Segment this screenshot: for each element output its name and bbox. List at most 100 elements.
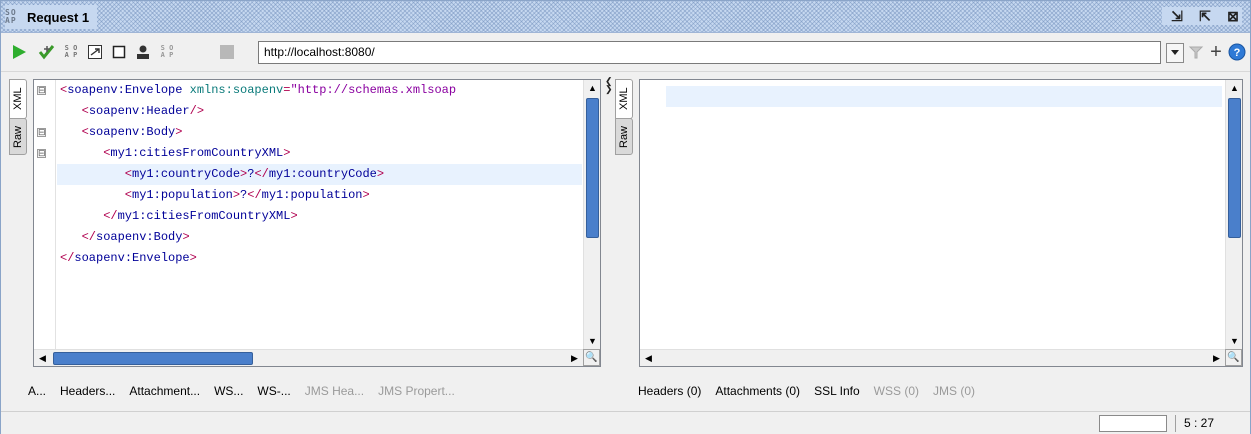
- source-icon[interactable]: [85, 42, 105, 62]
- code-line[interactable]: <soapenv:Envelope xmlns:soapenv="http://…: [57, 80, 582, 101]
- code-token: </: [60, 209, 118, 223]
- scroll-thumb[interactable]: [53, 352, 253, 365]
- help-icon[interactable]: ?: [1227, 42, 1247, 62]
- find-icon[interactable]: 🔍: [583, 349, 600, 366]
- fold-gutter: ⊟ ⊟ ⊟: [34, 80, 56, 350]
- title-bar[interactable]: SO AP Request 1 ⇲ ⇱ ⊠: [1, 1, 1250, 33]
- soap-logo-icon: SO AP: [5, 8, 17, 25]
- user-icon[interactable]: [133, 42, 153, 62]
- code-token: <: [60, 167, 133, 181]
- create-request-icon[interactable]: S O A P: [61, 42, 81, 62]
- add-assertion-icon[interactable]: [37, 42, 57, 62]
- close-icon[interactable]: ⊠: [1224, 7, 1242, 25]
- code-token: xmlns:soapenv: [182, 83, 284, 97]
- bottom-tab[interactable]: WS...: [207, 384, 250, 398]
- code-token: soapenv:Body: [88, 125, 176, 139]
- collapse-arrows-icon[interactable]: ❮ ❯: [605, 77, 613, 94]
- code-line[interactable]: <my1:countryCode>?</my1:countryCode>: [57, 164, 582, 185]
- scroll-up-icon[interactable]: ▲: [584, 80, 600, 97]
- code-token: <: [60, 125, 89, 139]
- find-icon[interactable]: 🔍: [1225, 349, 1242, 366]
- code-line[interactable]: <soapenv:Header/>: [57, 101, 582, 122]
- undock-icon[interactable]: ⇲: [1168, 7, 1186, 25]
- vertical-scrollbar[interactable]: ▲ ▼: [583, 80, 600, 350]
- code-token: </: [254, 167, 269, 181]
- vertical-scrollbar[interactable]: ▲ ▼: [1225, 80, 1242, 350]
- code-line[interactable]: </soapenv:Envelope>: [57, 248, 582, 269]
- stop-square-icon[interactable]: [109, 42, 129, 62]
- bottom-tab[interactable]: SSL Info: [807, 384, 867, 398]
- code-token: >: [283, 146, 291, 160]
- title-left: SO AP Request 1: [5, 5, 98, 29]
- code-token: >: [376, 167, 385, 181]
- tab-response-xml[interactable]: XML: [615, 79, 633, 119]
- bottom-tab[interactable]: WS-...: [250, 384, 297, 398]
- tab-request-raw[interactable]: Raw: [9, 118, 27, 155]
- code-line[interactable]: </my1:citiesFromCountryXML>: [57, 206, 582, 227]
- scroll-up-icon[interactable]: ▲: [1226, 80, 1242, 97]
- code-token: soapenv:Body: [96, 230, 183, 244]
- code-token: my1:citiesFromCountryXML: [110, 146, 284, 160]
- fold-toggle-icon[interactable]: ⊟: [37, 86, 46, 95]
- scroll-thumb[interactable]: [586, 98, 599, 238]
- endpoint-url-field[interactable]: http://localhost:8080/: [258, 41, 1161, 64]
- request-xml-editor[interactable]: ⊟ ⊟ ⊟ <soapenv:Envelope xmlns:soapenv="h…: [33, 79, 601, 367]
- code-line[interactable]: <my1:population>?</my1:population>: [57, 185, 582, 206]
- xml-code-area[interactable]: <soapenv:Envelope xmlns:soapenv="http://…: [57, 80, 582, 350]
- scroll-left-icon[interactable]: ◀: [640, 350, 657, 366]
- maximize-icon[interactable]: ⇱: [1196, 7, 1214, 25]
- window-title: Request 1: [27, 9, 90, 25]
- bottom-tab: JMS Propert...: [378, 384, 455, 398]
- response-view-tabs: XML Raw: [615, 79, 633, 155]
- scroll-down-icon[interactable]: ▼: [1226, 333, 1242, 350]
- scroll-right-icon[interactable]: ▶: [566, 350, 583, 366]
- code-token: my1:population: [261, 188, 363, 202]
- code-token: </: [60, 230, 97, 244]
- code-token: soapenv:Envelope: [74, 251, 190, 265]
- code-token: <: [60, 104, 89, 118]
- tab-request-xml[interactable]: XML: [9, 79, 27, 119]
- fold-toggle-icon[interactable]: ⊟: [37, 149, 46, 158]
- code-token: my1:countryCode: [132, 167, 241, 181]
- code-token: >: [182, 230, 190, 244]
- panel-divider[interactable]: ❮ ❯: [604, 73, 613, 410]
- code-token: my1:countryCode: [268, 167, 377, 181]
- fold-toggle-icon[interactable]: ⊟: [37, 128, 46, 137]
- bottom-tab[interactable]: Headers...: [53, 384, 122, 398]
- code-line[interactable]: <my1:citiesFromCountryXML>: [57, 143, 582, 164]
- add-icon[interactable]: +: [1206, 41, 1226, 63]
- response-xml-editor[interactable]: ▲ ▼ ◀ ▶ 🔍: [639, 79, 1243, 367]
- code-line[interactable]: <soapenv:Body>: [57, 122, 582, 143]
- scroll-thumb[interactable]: [1228, 98, 1241, 238]
- scroll-down-icon[interactable]: ▼: [584, 333, 600, 350]
- bottom-tab[interactable]: Attachments (0): [708, 384, 807, 398]
- pin-icon[interactable]: [1186, 42, 1206, 62]
- code-line[interactable]: </soapenv:Body>: [57, 227, 582, 248]
- progress-box: [1099, 415, 1167, 432]
- code-token: </: [60, 251, 75, 265]
- scroll-left-icon[interactable]: ◀: [34, 350, 51, 366]
- code-token: >: [232, 188, 241, 202]
- window-controls: ⇲ ⇱ ⊠: [1162, 7, 1242, 25]
- code-token: />: [189, 104, 205, 118]
- code-token: "http://schemas.xmlsoap: [290, 83, 457, 97]
- response-bottom-tabs: Headers (0) Attachments (0) SSL Info WSS (0…: [631, 379, 982, 403]
- bottom-tab[interactable]: A...: [21, 384, 53, 398]
- soap-icon[interactable]: S O A P: [157, 42, 177, 62]
- cursor-position: 5 : 27: [1175, 415, 1245, 432]
- run-icon[interactable]: [9, 42, 29, 62]
- request-toolbar: S O A P S O A P http://localhost:8080/ +…: [1, 34, 1250, 72]
- request-bottom-tabs: A... Headers... Attachment... WS... WS-... JM…: [21, 379, 462, 403]
- code-token: my1:citiesFromCountryXML: [117, 209, 291, 223]
- code-token: </: [247, 188, 262, 202]
- tab-response-raw[interactable]: Raw: [615, 118, 633, 155]
- scroll-right-icon[interactable]: ▶: [1208, 350, 1225, 366]
- horizontal-scrollbar[interactable]: ◀ ▶: [640, 349, 1227, 366]
- bottom-tab[interactable]: Attachment...: [122, 384, 207, 398]
- horizontal-scrollbar[interactable]: ◀ ▶: [34, 349, 585, 366]
- cancel-icon[interactable]: [217, 42, 237, 62]
- endpoint-dropdown-arrow[interactable]: [1166, 43, 1184, 63]
- request-window: SO AP Request 1 ⇲ ⇱ ⊠ S O A P S O A P ht: [0, 0, 1251, 434]
- bottom-tab[interactable]: Headers (0): [631, 384, 708, 398]
- code-token: soapenv:Header: [88, 104, 190, 118]
